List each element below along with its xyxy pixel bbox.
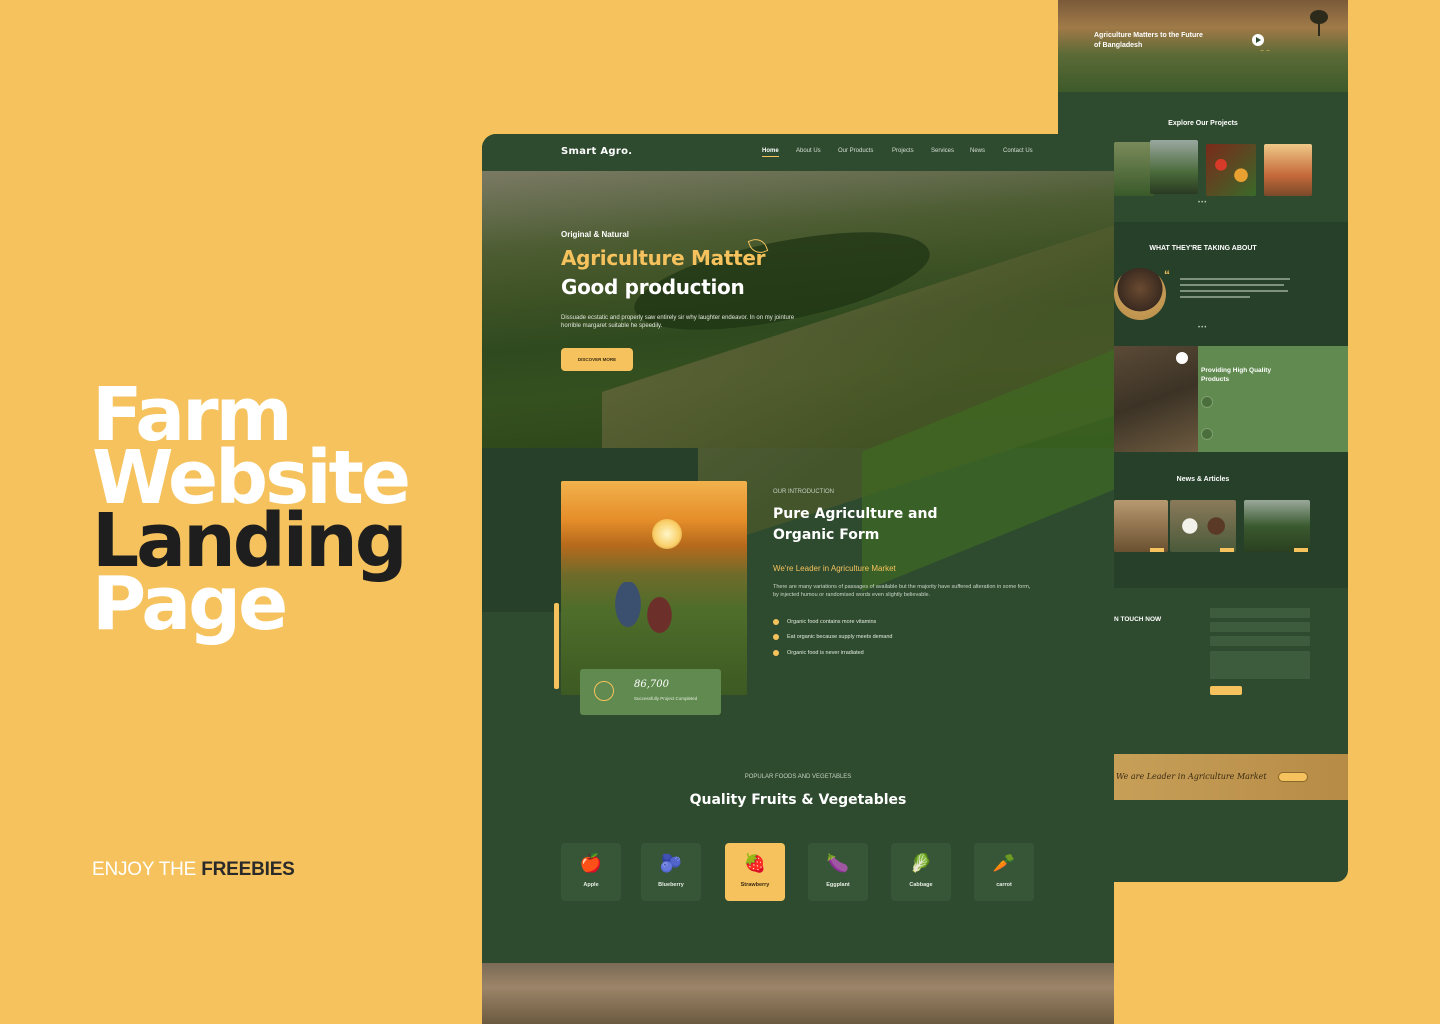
food-card-blueberry[interactable]: 🫐 Blueberry <box>641 843 701 901</box>
foods-title: Quality Fruits & Vegetables <box>689 792 907 808</box>
intro-text: There are many variations of passages of… <box>773 584 1031 598</box>
intro-lead: We're Leader in Agriculture Market <box>773 564 896 573</box>
send-button[interactable] <box>1210 686 1242 695</box>
avatar <box>1114 268 1166 320</box>
top-nav: Smart Agro. Home About Us Our Products P… <box>482 134 1114 171</box>
check-item-label: Organic food is never irradiated <box>787 650 864 656</box>
carrot-icon: 🥕 <box>992 853 1016 873</box>
accent-bar <box>554 603 559 689</box>
food-name: carrot <box>996 882 1012 888</box>
apple-icon: 🍎 <box>579 853 603 873</box>
food-card-cabbage[interactable]: 🥬 Cabbage <box>891 843 951 901</box>
harvest-icon <box>594 681 614 701</box>
food-card-strawberry[interactable]: 🍓 Strawberry <box>725 843 785 901</box>
back-hero-title: Agriculture Matters to the Future of Ban… <box>1094 32 1203 49</box>
farm-icon <box>1201 396 1213 408</box>
discover-more-button[interactable]: DISCOVER MORE <box>561 348 633 371</box>
food-name: Strawberry <box>740 882 770 888</box>
back-project-card[interactable] <box>1150 140 1198 194</box>
cabbage-icon: 🥬 <box>909 853 933 873</box>
food-name: Cabbage <box>909 882 933 888</box>
back-quality-title: Providing High Quality Products <box>1201 367 1272 383</box>
back-project-card[interactable] <box>1114 142 1154 196</box>
sun-shape <box>652 519 682 549</box>
stat-label: Successfully Project Completed <box>634 696 698 701</box>
food-name: Apple <box>583 882 599 888</box>
check-item-label: Organic food contains more vitamins <box>787 619 877 625</box>
check-icon <box>773 634 779 640</box>
nav-item-about[interactable]: About Us <box>796 148 821 154</box>
food-card-eggplant[interactable]: 🍆 Eggplant <box>808 843 868 901</box>
back-project-card[interactable] <box>1264 144 1312 196</box>
nav-item-products[interactable]: Our Products <box>838 148 873 154</box>
banner-button[interactable] <box>1278 772 1308 782</box>
hero-kicker: Original & Natural <box>561 230 630 239</box>
leaf-icon <box>1176 352 1188 364</box>
food-card-carrot[interactable]: 🥕 carrot <box>974 843 1034 901</box>
hero-section <box>482 171 1114 592</box>
intro-kicker: OUR INTRODUCTION <box>773 489 834 495</box>
news-image[interactable] <box>1244 500 1310 552</box>
carousel-dots[interactable]: ••• <box>1198 200 1207 206</box>
news-image[interactable] <box>1114 500 1168 552</box>
check-icon <box>773 619 779 625</box>
news-date-badge <box>1294 548 1308 552</box>
nav-item-news[interactable]: News <box>970 148 985 154</box>
intro-title: Pure Agriculture and Organic Form <box>773 506 938 543</box>
nav-item-services[interactable]: Services <box>931 148 954 154</box>
back-projects-title: Explore Our Projects <box>1168 120 1238 127</box>
contact-field[interactable] <box>1210 622 1310 632</box>
text-line <box>1180 278 1290 280</box>
text-line <box>1180 296 1250 298</box>
promo-subtitle-prefix: ENJOY THE <box>92 859 202 880</box>
hero-title: Good production <box>561 275 745 299</box>
logo[interactable]: Smart Agro. <box>561 146 632 157</box>
food-name: Blueberry <box>658 882 684 888</box>
back-quality-panel <box>1198 346 1348 452</box>
news-date-badge <box>1150 548 1164 552</box>
food-name: Eggplant <box>826 882 850 888</box>
bottom-image-strip <box>482 963 1114 1024</box>
contact-field[interactable] <box>1210 608 1310 618</box>
promo-title: Farm Website Landing Page <box>92 378 432 641</box>
tree-icon <box>1308 10 1328 36</box>
check-item-label: Eat organic because supply meets demand <box>787 634 893 640</box>
check-icon <box>773 650 779 656</box>
news-image[interactable] <box>1170 500 1236 552</box>
eggplant-icon: 🍆 <box>826 853 850 873</box>
text-line <box>1180 290 1288 292</box>
hero-title-accent: Agriculture Matter <box>561 246 766 270</box>
nav-item-contact[interactable]: Contact Us <box>1003 148 1033 154</box>
strawberry-icon: 🍓 <box>743 853 767 873</box>
promo-subtitle: ENJOY THE FREEBIES <box>92 859 295 881</box>
contact-field[interactable] <box>1210 636 1310 646</box>
healthy-food-icon <box>1201 428 1213 440</box>
back-banner-text: We are Leader in Agriculture Market <box>1116 772 1267 781</box>
back-project-card[interactable] <box>1206 144 1256 196</box>
foods-kicker: POPULAR FOODS AND VEGETABLES <box>744 774 852 780</box>
quote-icon: “ <box>1164 268 1170 282</box>
text-line <box>1180 284 1284 286</box>
front-mockup: Smart Agro. Home About Us Our Products P… <box>482 134 1114 1024</box>
hero-text: Dissuade ecstatic and properly saw entir… <box>561 315 795 329</box>
nav-item-home[interactable]: Home <box>762 148 779 157</box>
promo-subtitle-bold: FREEBIES <box>201 859 295 880</box>
nav-item-projects[interactable]: Projects <box>892 148 914 154</box>
blueberry-icon: 🫐 <box>659 853 683 873</box>
news-date-badge <box>1220 548 1234 552</box>
play-icon[interactable] <box>1252 34 1264 46</box>
back-signature: ~ ~ <box>1260 48 1270 54</box>
contact-message-field[interactable] <box>1210 651 1310 679</box>
stat-number: 86,700 <box>634 679 669 690</box>
food-card-apple[interactable]: 🍎 Apple <box>561 843 621 901</box>
back-contact-title: N TOUCH NOW <box>1114 616 1162 623</box>
carousel-dots[interactable]: ••• <box>1198 325 1207 331</box>
